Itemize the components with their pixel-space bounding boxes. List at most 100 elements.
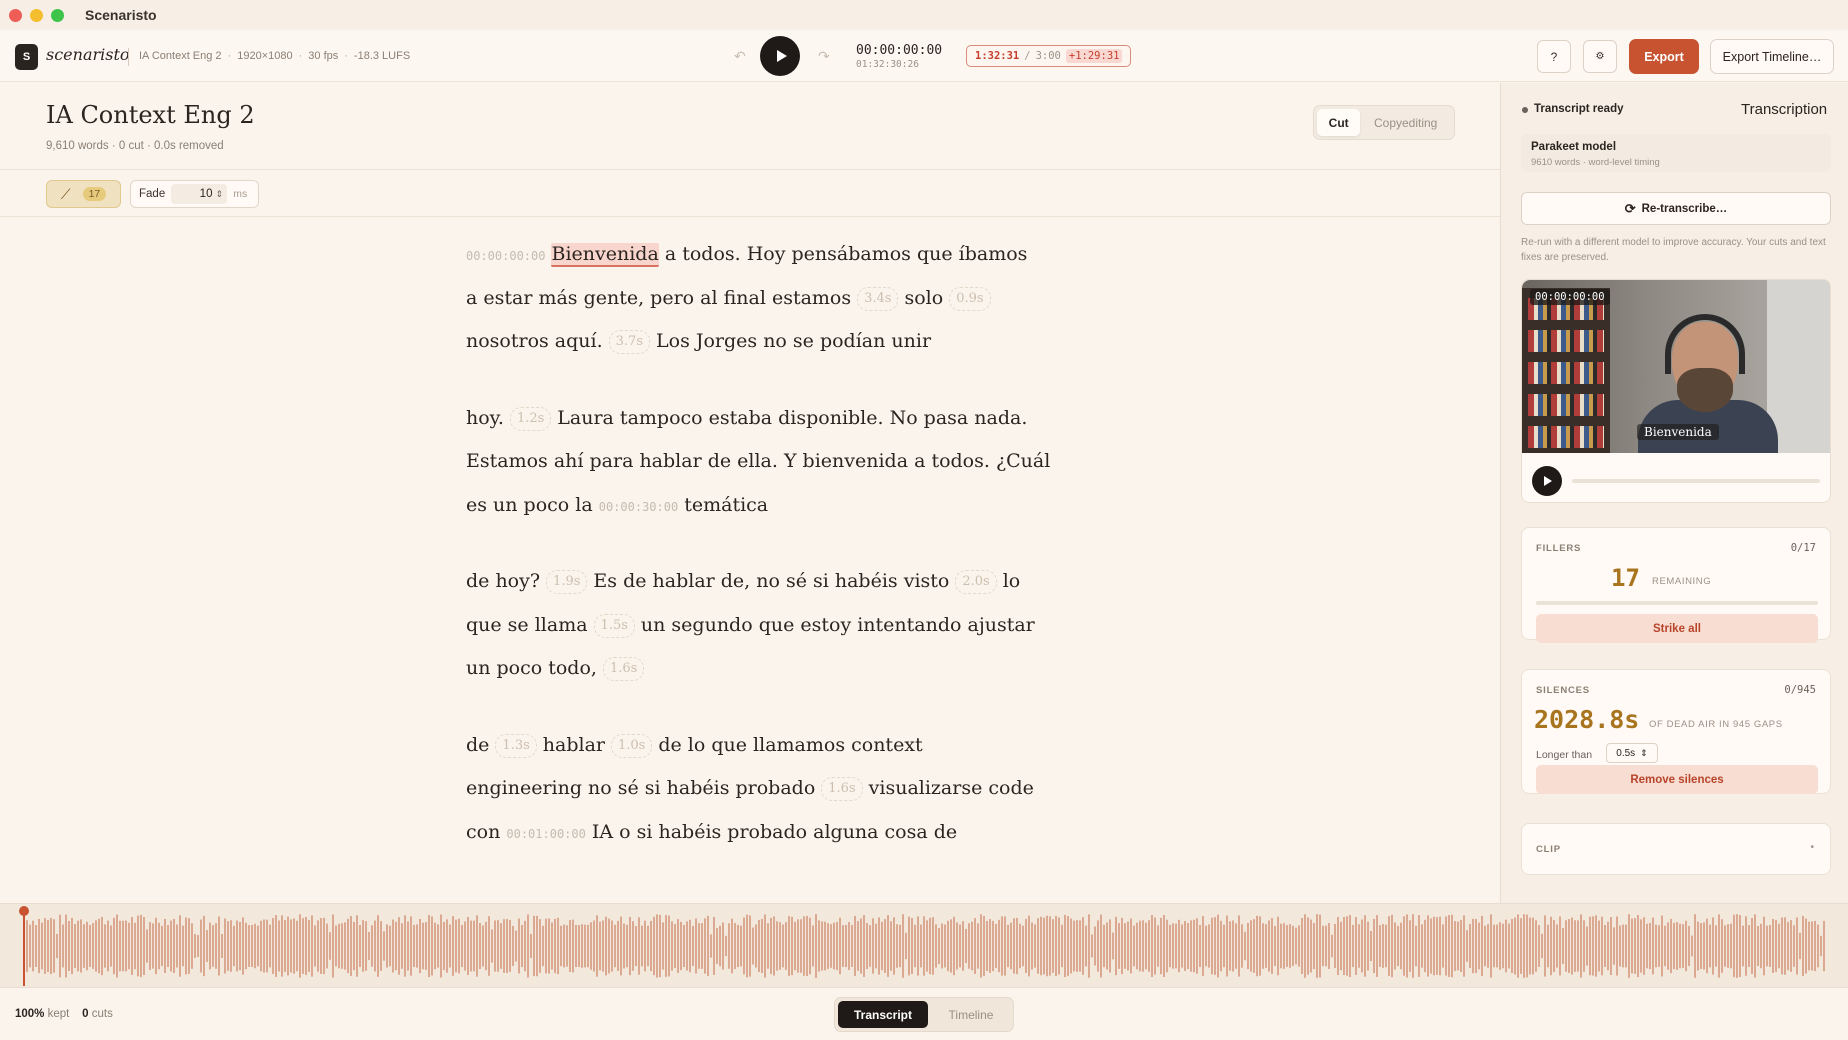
transcript-words[interactable]: un poco todo,	[466, 657, 597, 679]
waveform-bar	[842, 925, 844, 967]
silence-gap[interactable]: 2.0s	[955, 570, 997, 594]
preview-play-button[interactable]	[1532, 466, 1562, 496]
waveform-timeline[interactable]	[0, 903, 1848, 988]
settings-button[interactable]: ⚙	[1583, 40, 1617, 73]
waveform-bar	[968, 923, 970, 969]
fade-input[interactable]: 10 ⇕	[171, 184, 228, 204]
waveform-bar	[1733, 914, 1735, 978]
waveform-bar	[584, 924, 586, 968]
waveform-bar	[737, 924, 739, 968]
transcript-words[interactable]: solo	[904, 287, 943, 309]
transcript-words[interactable]: de hoy?	[466, 570, 540, 592]
export-timeline-button[interactable]: Export Timeline…	[1710, 39, 1834, 74]
transcript-words[interactable]: Laura tampoco estaba disponible. No pasa…	[557, 407, 1027, 429]
waveform-bar	[431, 916, 433, 976]
title-bar: Scenaristo	[0, 0, 1848, 30]
silence-gap[interactable]: 3.7s	[608, 330, 651, 354]
cuts-label: cuts	[91, 1008, 113, 1020]
silence-gap[interactable]: 1.9s	[546, 570, 588, 594]
transcript-words[interactable]: un segundo que estoy intentando ajustar	[641, 614, 1035, 636]
waveform-bar	[1769, 925, 1771, 967]
minimize-window-button[interactable]	[30, 8, 43, 22]
waveform-bar	[1682, 924, 1684, 968]
transcript-words[interactable]: hablar	[543, 734, 605, 756]
playhead[interactable]	[23, 910, 25, 986]
waveform-bar	[506, 918, 508, 974]
video-frame[interactable]: 00:00:00:00 Bienvenida	[1522, 280, 1830, 453]
longer-than-select[interactable]: 0.5s ⇕	[1606, 743, 1658, 763]
waveform-bar	[74, 923, 76, 969]
export-button[interactable]: Export	[1629, 39, 1699, 74]
transcript-words[interactable]: Estamos ahí para hablar de ella. Y bienv…	[466, 450, 1050, 472]
skip-back-icon[interactable]: ↶	[734, 48, 746, 65]
transcript-words[interactable]: visualizarse code	[869, 777, 1034, 799]
silence-gap[interactable]: 1.0s	[611, 733, 653, 758]
transcript-words[interactable]: que se llama	[466, 614, 588, 636]
transcript-words[interactable]: engineering no sé si habéis probado	[466, 777, 815, 799]
tab-copyediting[interactable]: Copyediting	[1360, 109, 1451, 136]
waveform-bar	[557, 917, 559, 975]
transcript-words[interactable]: IA o si habéis probado alguna cosa de	[592, 821, 957, 843]
silence-gap[interactable]: 3.4s	[857, 286, 899, 311]
waveform-bar	[302, 918, 304, 974]
transcript-words[interactable]: a todos. Hoy pensábamos que íbamos	[659, 243, 1028, 265]
remove-silences-button[interactable]: Remove silences	[1536, 765, 1818, 794]
transcript-words[interactable]: de	[466, 734, 489, 756]
preview-scrubber[interactable]	[1572, 479, 1820, 483]
silence-gap[interactable]: 1.5s	[593, 613, 635, 638]
transcript-words[interactable]: hoy.	[466, 407, 504, 429]
play-button[interactable]	[760, 36, 800, 76]
waveform-bar	[1649, 922, 1651, 970]
selected-word[interactable]: Bienvenida	[551, 243, 659, 267]
waveform-bar	[236, 920, 238, 972]
waveform-bar	[161, 925, 163, 967]
waveform-bar	[1163, 915, 1165, 977]
waveform-bar	[1514, 917, 1516, 975]
transcript-line: nosotros aquí. 3.7s Los Jorges no se podía…	[466, 320, 1046, 364]
transcript-words[interactable]: es un poco la	[466, 494, 593, 516]
transcript-words[interactable]: con	[466, 821, 500, 843]
skip-forward-icon[interactable]: ↷	[818, 48, 830, 65]
waveform-bar	[1109, 919, 1111, 973]
waveform-bar	[125, 920, 127, 972]
silence-gap[interactable]: 1.3s	[495, 733, 537, 758]
transcript-words[interactable]: nosotros aquí.	[466, 330, 603, 352]
maximize-window-button[interactable]	[51, 8, 64, 22]
duration-target-badge[interactable]: 1:32:31 / 3:00 +1:29:31	[966, 45, 1132, 67]
silence-gap[interactable]: 0.9s	[949, 286, 991, 311]
silence-gap[interactable]: 1.6s	[602, 657, 645, 681]
waveform-bar	[671, 921, 673, 971]
transcript-words[interactable]: de lo que llamamos context	[658, 734, 922, 756]
transcript-line: 00:00:00:00 Bienvenida a todos. Hoy pensá…	[466, 233, 1046, 277]
help-button[interactable]: ?	[1537, 40, 1571, 73]
retranscribe-button[interactable]: ⟳ Re-transcribe…	[1521, 192, 1831, 225]
status-bar: 100% kept 0 cuts Transcript Timeline	[0, 988, 1848, 1040]
waveform-bar	[305, 916, 307, 976]
expand-icon[interactable]: •	[1810, 842, 1814, 853]
playhead-handle[interactable]	[19, 906, 29, 916]
waveform-bar	[518, 918, 520, 974]
tab-timeline[interactable]: Timeline	[932, 1001, 1010, 1028]
tab-transcript[interactable]: Transcript	[838, 1001, 928, 1028]
transcript-words[interactable]: Los Jorges no se podían unir	[656, 330, 931, 352]
tab-cut[interactable]: Cut	[1317, 109, 1361, 136]
transcript-words[interactable]: Es de hablar de, no sé si habéis visto	[593, 570, 949, 592]
close-window-button[interactable]	[9, 8, 22, 22]
filler-brush-button[interactable]: ⟋ 17	[46, 180, 121, 208]
waveform-bar	[974, 918, 976, 974]
waveform-bar	[1103, 924, 1105, 968]
transcript-words[interactable]: lo	[1003, 570, 1021, 592]
waveform-bar	[176, 924, 178, 968]
transcript-words[interactable]: temática	[684, 494, 768, 516]
silence-gap[interactable]: 1.6s	[821, 777, 863, 801]
waveform-bar	[1799, 932, 1801, 960]
waveform-bar	[182, 925, 184, 967]
waveform-bar	[1781, 917, 1783, 975]
clip-card[interactable]: CLIP •	[1521, 823, 1831, 875]
silence-gap[interactable]: 1.2s	[509, 406, 552, 431]
meta-separator: ·	[344, 50, 348, 62]
waveform-bar	[1544, 915, 1546, 977]
transcript-words[interactable]: a estar más gente, pero al final estamos	[466, 287, 851, 309]
strike-all-button[interactable]: Strike all	[1536, 614, 1818, 643]
waveform-bar	[512, 925, 514, 967]
